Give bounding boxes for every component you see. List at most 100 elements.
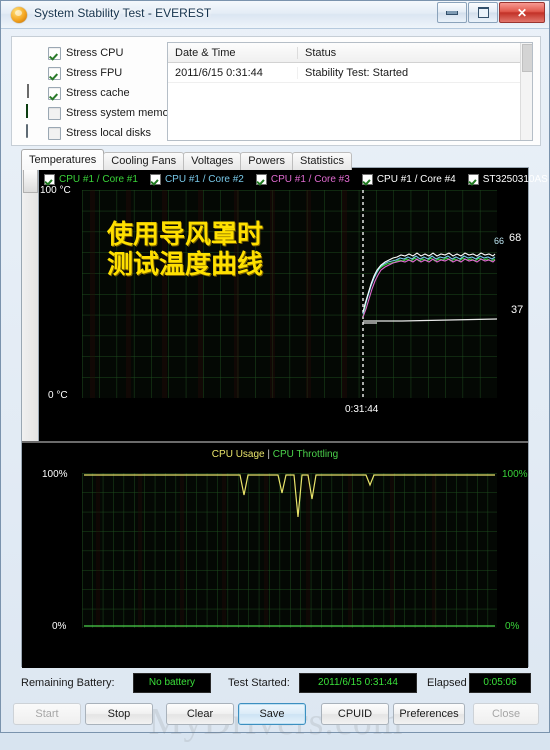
usage-title-label: CPU Usage bbox=[211, 449, 265, 460]
throttling-title-label: CPU Throttling bbox=[272, 449, 339, 460]
value-label-68: 68 bbox=[509, 232, 522, 244]
stress-memory-checkbox[interactable] bbox=[48, 106, 61, 120]
temp-axis-max-label: 100 °C bbox=[40, 185, 71, 196]
usage-axis-min-right: 0% bbox=[505, 621, 520, 632]
annotation-line-2: 测试温度曲线 bbox=[107, 250, 264, 280]
caption-buttons: ✕ bbox=[437, 2, 545, 23]
chart-vertical-scrollbar[interactable] bbox=[22, 168, 39, 441]
legend-item-hdd[interactable]: ST3250310AS bbox=[467, 173, 548, 185]
stress-cache-label: Stress cache bbox=[66, 87, 130, 99]
minimize-button[interactable] bbox=[437, 2, 467, 23]
tab-cooling-fans[interactable]: Cooling Fans bbox=[103, 152, 185, 170]
stress-and-log-panel: Stress CPU Stress FPU Stress cache Stres… bbox=[11, 36, 541, 146]
title-bar: System Stability Test - EVEREST ✕ bbox=[1, 1, 549, 29]
status-bar: Remaining Battery: No battery Test Start… bbox=[21, 673, 531, 695]
close-icon: ✕ bbox=[516, 5, 528, 20]
chart-scrollbar-thumb[interactable] bbox=[23, 169, 38, 193]
temperature-chart: CPU #1 / Core #1 CPU #1 / Core #2 CPU #1… bbox=[22, 168, 548, 441]
usage-axis-max-right: 100% bbox=[502, 469, 528, 480]
maximize-icon bbox=[477, 7, 489, 18]
tab-voltages[interactable]: Voltages bbox=[183, 152, 242, 170]
log-scrollbar-thumb[interactable] bbox=[522, 44, 532, 72]
started-value: 2011/6/15 0:31:44 bbox=[299, 673, 417, 693]
close-button[interactable]: ✕ bbox=[499, 2, 545, 23]
legend-label-hdd: ST3250310AS bbox=[482, 173, 548, 185]
started-label: Test Started: bbox=[228, 677, 290, 689]
tab-powers[interactable]: Powers bbox=[240, 152, 293, 170]
legend-item-core3[interactable]: CPU #1 / Core #3 bbox=[255, 173, 350, 185]
legend-item-core4[interactable]: CPU #1 / Core #4 bbox=[361, 173, 456, 185]
legend-checkbox-core3[interactable] bbox=[255, 173, 267, 185]
stress-disks-checkbox[interactable] bbox=[48, 126, 61, 140]
elapsed-value: 0:05:06 bbox=[469, 673, 531, 693]
temperature-legend: CPU #1 / Core #1 CPU #1 / Core #2 CPU #1… bbox=[44, 172, 548, 186]
battery-label: Remaining Battery: bbox=[21, 677, 115, 689]
legend-item-core1[interactable]: CPU #1 / Core #1 bbox=[44, 173, 138, 185]
chinese-annotation: 使用导风罩时 测试温度曲线 bbox=[107, 220, 263, 280]
stress-fpu-checkbox[interactable] bbox=[48, 66, 61, 80]
cpu-usage-chart: CPU Usage | CPU Throttling 100% 100% 0% … bbox=[22, 441, 528, 668]
legend-label-core4: CPU #1 / Core #4 bbox=[376, 173, 456, 185]
stress-options-list: Stress CPU Stress FPU Stress cache Stres… bbox=[24, 43, 178, 143]
temp-axis-min-label: 0 °C bbox=[48, 390, 68, 401]
tab-bar: Temperatures Cooling Fans Voltages Power… bbox=[21, 149, 352, 170]
stress-memory-label: Stress system memory bbox=[66, 107, 178, 119]
column-header-status: Status bbox=[305, 46, 337, 59]
window-title: System Stability Test - EVEREST bbox=[34, 6, 212, 20]
disk-icon bbox=[24, 124, 44, 141]
cpuid-button[interactable]: CPUID bbox=[321, 703, 389, 725]
legend-checkbox-core1[interactable] bbox=[44, 173, 55, 185]
tab-statistics[interactable]: Statistics bbox=[291, 152, 352, 170]
value-label-37: 37 bbox=[511, 304, 524, 316]
temp-x-marker-label: 0:31:44 bbox=[345, 404, 379, 415]
preferences-button[interactable]: Preferences bbox=[393, 703, 465, 725]
app-window: System Stability Test - EVEREST ✕ Stress… bbox=[0, 0, 550, 743]
usage-chart-title: CPU Usage | CPU Throttling bbox=[22, 449, 528, 460]
legend-checkbox-core4[interactable] bbox=[361, 173, 373, 185]
legend-item-core2[interactable]: CPU #1 / Core #2 bbox=[149, 173, 244, 185]
cpu-icon bbox=[24, 45, 44, 61]
stress-option-fpu[interactable]: Stress FPU bbox=[24, 63, 174, 83]
minimize-icon bbox=[446, 10, 458, 15]
charts-container: CPU #1 / Core #1 CPU #1 / Core #2 CPU #1… bbox=[21, 167, 548, 668]
stress-fpu-label: Stress FPU bbox=[66, 67, 123, 79]
log-scrollbar[interactable] bbox=[520, 43, 532, 140]
cell-status: Stability Test: Started bbox=[305, 66, 409, 79]
button-bar: Start Stop Clear Save CPUID Preferences … bbox=[1, 703, 550, 735]
usage-axis-max-left: 100% bbox=[42, 469, 68, 480]
value-label-66: 66 bbox=[494, 236, 505, 246]
stress-cpu-checkbox[interactable] bbox=[48, 46, 61, 60]
usage-title-separator: | bbox=[267, 449, 270, 460]
clear-button[interactable]: Clear bbox=[166, 703, 234, 725]
stress-disks-label: Stress local disks bbox=[66, 127, 151, 139]
legend-checkbox-hdd[interactable] bbox=[467, 173, 479, 185]
cell-datetime: 2011/6/15 0:31:44 bbox=[168, 66, 298, 79]
stress-cache-checkbox[interactable] bbox=[48, 86, 61, 100]
legend-label-core2: CPU #1 / Core #2 bbox=[164, 173, 244, 185]
tab-temperatures[interactable]: Temperatures bbox=[21, 149, 105, 170]
stress-cpu-label: Stress CPU bbox=[66, 47, 124, 59]
usage-plot-area bbox=[82, 473, 497, 628]
close-dialog-button[interactable]: Close bbox=[473, 703, 539, 725]
table-header: Date & Time Status bbox=[168, 43, 532, 63]
fpu-icon bbox=[24, 65, 44, 81]
table-row[interactable]: 2011/6/15 0:31:44 Stability Test: Starte… bbox=[168, 63, 532, 83]
battery-value: No battery bbox=[133, 673, 211, 693]
maximize-button[interactable] bbox=[468, 2, 498, 23]
start-button[interactable]: Start bbox=[13, 703, 81, 725]
annotation-line-1: 使用导风罩时 bbox=[107, 220, 264, 250]
usage-grid bbox=[82, 473, 497, 628]
stress-option-disks[interactable]: Stress local disks bbox=[24, 123, 174, 143]
event-log-table[interactable]: Date & Time Status 2011/6/15 0:31:44 Sta… bbox=[167, 42, 533, 141]
save-button[interactable]: Save bbox=[238, 703, 306, 725]
stress-option-memory[interactable]: Stress system memory bbox=[24, 103, 178, 123]
column-header-datetime: Date & Time bbox=[168, 46, 298, 59]
memory-icon bbox=[24, 104, 44, 121]
legend-checkbox-core2[interactable] bbox=[149, 173, 161, 185]
stop-button[interactable]: Stop bbox=[85, 703, 153, 725]
window-content: Stress CPU Stress FPU Stress cache Stres… bbox=[1, 28, 550, 743]
stress-option-cache[interactable]: Stress cache bbox=[24, 83, 174, 103]
legend-label-core1: CPU #1 / Core #1 bbox=[59, 173, 138, 185]
stress-option-cpu[interactable]: Stress CPU bbox=[24, 43, 174, 63]
everest-orb-icon bbox=[11, 7, 27, 23]
